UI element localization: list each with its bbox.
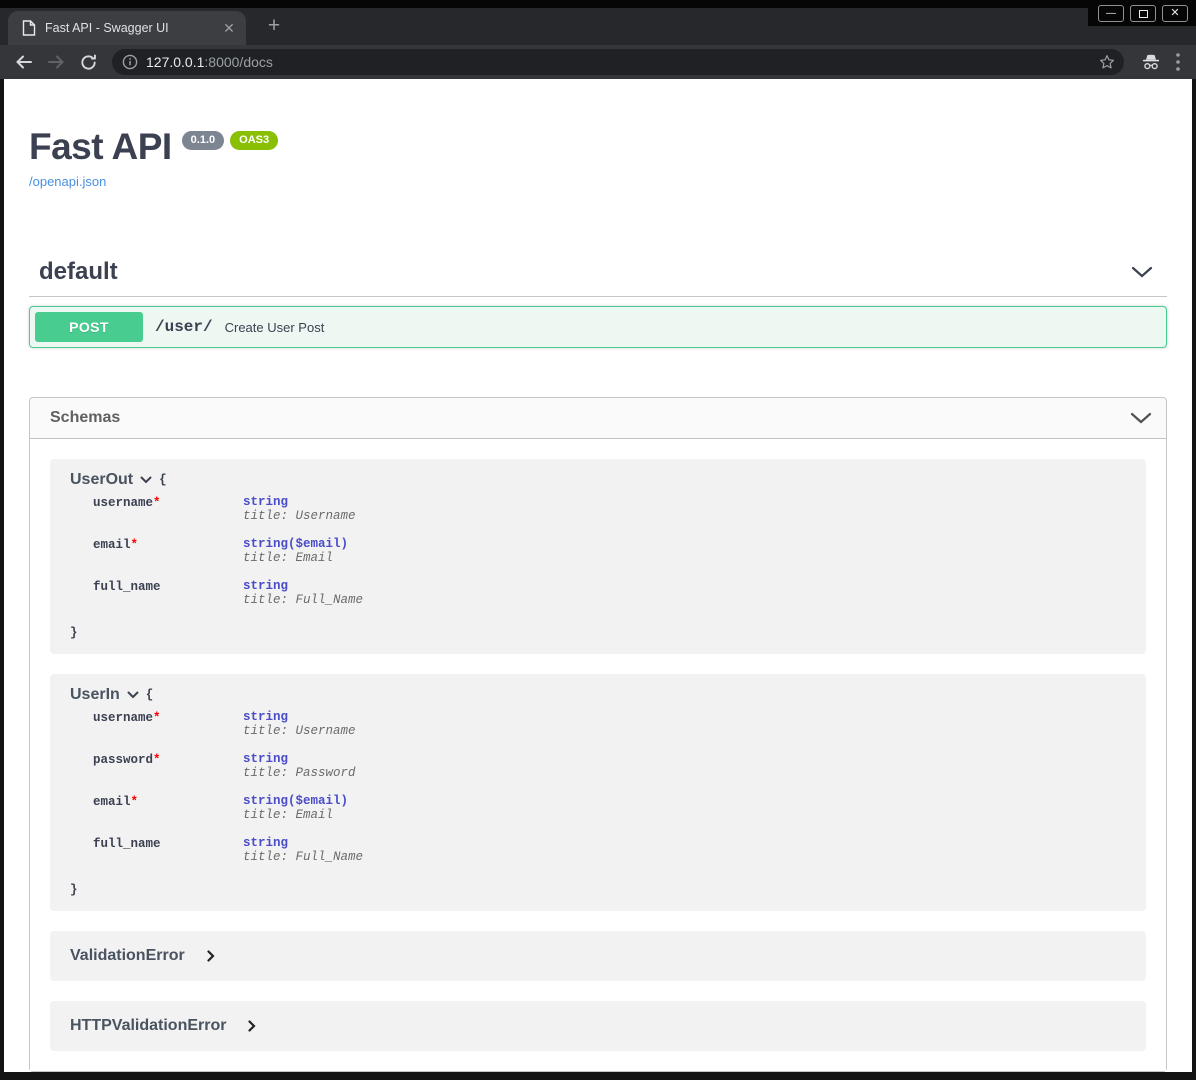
- tag-header[interactable]: default: [29, 248, 1167, 297]
- model-name: UserOut: [70, 471, 133, 489]
- model-toggle[interactable]: UserIn {: [70, 686, 1126, 704]
- required-star: *: [131, 795, 139, 809]
- chevron-right-icon: [207, 950, 215, 962]
- property-name: password*: [93, 752, 243, 794]
- site-info-icon[interactable]: [122, 54, 138, 70]
- chevron-down-icon: [127, 691, 139, 699]
- property-row: password* string title: Password: [93, 752, 1126, 794]
- brace-close: }: [70, 883, 1126, 897]
- version-badge: 0.1.0: [182, 131, 224, 150]
- model-userin: UserIn { username* string title: Usernam…: [50, 674, 1146, 911]
- incognito-icon: [1140, 52, 1162, 72]
- tab-title: Fast API - Swagger UI: [45, 21, 211, 35]
- chevron-right-icon: [248, 1020, 256, 1032]
- required-star: *: [153, 496, 161, 510]
- model-toggle[interactable]: UserOut {: [70, 471, 1126, 489]
- property-type: string: [243, 710, 356, 724]
- brace-open: {: [146, 688, 154, 702]
- model-httpvalidationerror[interactable]: HTTPValidationError: [50, 1001, 1146, 1051]
- bookmark-star-icon[interactable]: [1098, 53, 1116, 71]
- property-row: username* string title: Username: [93, 495, 1126, 537]
- opblock-post-user[interactable]: POST /user/ Create User Post: [29, 306, 1167, 348]
- chevron-down-icon: [140, 476, 152, 484]
- model-name: UserIn: [70, 686, 120, 704]
- schemas-header[interactable]: Schemas: [30, 398, 1166, 439]
- property-type: string: [243, 752, 356, 766]
- browser-menu-icon[interactable]: [1176, 53, 1180, 71]
- back-button[interactable]: [10, 48, 38, 76]
- property-title: title: Password: [243, 766, 356, 780]
- property-name: username*: [93, 495, 243, 537]
- chevron-down-icon[interactable]: [1131, 265, 1153, 279]
- property-title: title: Full_Name: [243, 850, 363, 864]
- chevron-down-icon[interactable]: [1130, 411, 1152, 425]
- model-name: HTTPValidationError: [70, 1017, 226, 1035]
- method-badge: POST: [35, 312, 143, 342]
- tag-title: default: [39, 258, 118, 286]
- property-name: username*: [93, 710, 243, 752]
- minimize-button[interactable]: —: [1098, 5, 1124, 22]
- property-title: title: Username: [243, 509, 356, 523]
- required-star: *: [153, 753, 161, 767]
- api-info: Fast API 0.1.0 OAS3 /openapi.json: [29, 79, 1167, 191]
- property-type: string: [243, 836, 363, 850]
- brace-close: }: [70, 626, 1126, 640]
- property-title: title: Email: [243, 808, 348, 822]
- close-window-button[interactable]: ✕: [1162, 5, 1188, 22]
- schemas-section: Schemas UserOut {: [29, 397, 1167, 1072]
- page-content: Fast API 0.1.0 OAS3 /openapi.json defaul…: [4, 79, 1192, 1072]
- property-row: email* string($email) title: Email: [93, 537, 1126, 579]
- model-validationerror[interactable]: ValidationError: [50, 931, 1146, 981]
- browser-tab-strip: — ✕ Fast API - Swagger UI ✕ +: [0, 0, 1196, 45]
- schemas-title: Schemas: [50, 409, 120, 427]
- tag-section-default: default POST /user/ Create User Post: [29, 248, 1167, 348]
- property-title: title: Email: [243, 551, 348, 565]
- property-title: title: Full_Name: [243, 593, 363, 607]
- api-title: Fast API: [29, 128, 172, 165]
- reload-button[interactable]: [74, 48, 102, 76]
- property-name: full_name: [93, 836, 243, 878]
- page-favicon-icon: [22, 20, 36, 36]
- property-name: full_name: [93, 579, 243, 621]
- browser-tab[interactable]: Fast API - Swagger UI ✕: [8, 11, 246, 45]
- openapi-spec-link[interactable]: /openapi.json: [29, 174, 106, 189]
- property-type: string($email): [243, 537, 348, 551]
- brace-open: {: [159, 473, 167, 487]
- operation-summary: Create User Post: [225, 320, 325, 335]
- property-row: full_name string title: Full_Name: [93, 836, 1126, 878]
- property-type: string($email): [243, 794, 348, 808]
- property-title: title: Username: [243, 724, 356, 738]
- property-type: string: [243, 495, 356, 509]
- required-star: *: [153, 711, 161, 725]
- forward-button[interactable]: [42, 48, 70, 76]
- new-tab-button[interactable]: +: [262, 14, 286, 38]
- model-userout: UserOut { username* string title: Userna…: [50, 459, 1146, 654]
- property-row: email* string($email) title: Email: [93, 794, 1126, 836]
- browser-toolbar: 127.0.0.1:8000/docs: [0, 45, 1196, 79]
- url-text: 127.0.0.1:8000/docs: [146, 54, 273, 70]
- schemas-body: UserOut { username* string title: Userna…: [30, 439, 1166, 1071]
- property-name: email*: [93, 794, 243, 836]
- property-type: string: [243, 579, 363, 593]
- property-row: full_name string title: Full_Name: [93, 579, 1126, 621]
- url-bar[interactable]: 127.0.0.1:8000/docs: [112, 49, 1124, 75]
- maximize-icon: [1139, 10, 1148, 18]
- oas3-badge: OAS3: [230, 131, 278, 150]
- required-star: *: [131, 538, 139, 552]
- maximize-button[interactable]: [1130, 5, 1156, 22]
- property-name: email*: [93, 537, 243, 579]
- window-controls: — ✕: [1088, 0, 1196, 26]
- property-row: username* string title: Username: [93, 710, 1126, 752]
- operation-path: /user/: [155, 318, 213, 336]
- model-name: ValidationError: [70, 947, 185, 965]
- tab-close-icon[interactable]: ✕: [220, 19, 238, 37]
